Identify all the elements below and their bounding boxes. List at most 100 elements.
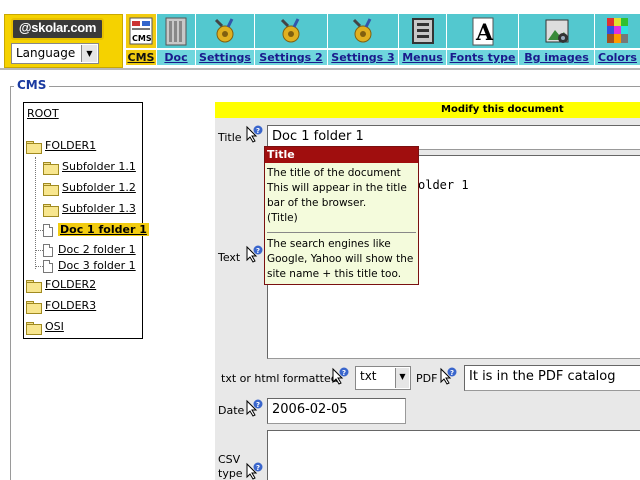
help-tooltip: Title The title of the document This wil…	[264, 146, 419, 285]
menu-item-colors[interactable]: Colors	[595, 14, 640, 66]
settings-3-icon	[328, 14, 398, 48]
tooltip-line: bar of the browser.	[267, 197, 367, 209]
folder-icon	[26, 140, 42, 154]
tree-root-label: ROOT	[27, 107, 59, 120]
tooltip-line: The search engines like	[267, 238, 391, 250]
csv-type-textarea[interactable]	[267, 430, 640, 480]
menu-label: CMS	[126, 50, 156, 65]
menu-label: Bg images	[519, 50, 594, 65]
tree-item-doc-2-folder-1[interactable]: Doc 2 folder 1	[43, 242, 136, 258]
cms-icon: CMS	[126, 14, 156, 48]
tree-item-subfolder-1-2[interactable]: Subfolder 1.2	[43, 180, 136, 196]
tree-item-label: OSI	[45, 320, 64, 333]
help-icon[interactable]: ?	[439, 367, 457, 385]
svg-text:?: ?	[256, 464, 260, 472]
menu-label: Settings 3	[328, 50, 398, 65]
pdf-label: PDF	[416, 372, 438, 385]
menu-item-doc[interactable]: Doc	[157, 14, 195, 66]
text-label: Text	[218, 251, 241, 264]
help-icon[interactable]: ?	[245, 399, 263, 417]
menu-item-bg-images[interactable]: Bg images	[519, 14, 594, 66]
format-select-value: txt	[360, 369, 377, 383]
tree-item-folder3[interactable]: FOLDER3	[26, 298, 96, 314]
doc-icon	[157, 14, 195, 48]
menu-label: Colors	[595, 50, 640, 65]
tooltip-line: (Title)	[267, 212, 298, 224]
title-label: Title	[218, 131, 242, 144]
tree-item-label: Subfolder 1.1	[62, 160, 136, 173]
tree-item-osi[interactable]: OSI	[26, 319, 64, 335]
tree-item-label: Doc 1 folder 1	[58, 223, 149, 236]
logo-area: @skolar.com Language ▼	[4, 14, 123, 68]
svg-text:?: ?	[256, 247, 260, 255]
svg-text:A: A	[475, 20, 494, 46]
section-title: CMS	[14, 78, 50, 92]
chevron-down-icon: ▼	[81, 45, 97, 62]
header-divider	[0, 68, 640, 70]
menu-label: Menus	[399, 50, 446, 65]
tooltip-line: This will appear in the title	[267, 182, 407, 194]
language-select-value: Language	[16, 46, 76, 60]
tree-item-folder2[interactable]: FOLDER2	[26, 277, 96, 293]
help-icon[interactable]: ?	[245, 245, 263, 263]
site-logo[interactable]: @skolar.com	[11, 18, 104, 40]
menu-label: Settings 2	[255, 50, 327, 65]
svg-text:?: ?	[342, 369, 346, 377]
pdf-input[interactable]: It is in the PDF catalog	[464, 365, 640, 391]
folder-icon	[43, 182, 59, 196]
chevron-down-icon: ▼	[395, 368, 409, 388]
document-icon	[43, 223, 53, 237]
format-select[interactable]: txt ▼	[355, 366, 411, 390]
cms-page: @skolar.com Language ▼ CMS CMS Doc Setti…	[0, 0, 640, 480]
menu-item-settings-3[interactable]: Settings 3	[328, 14, 398, 66]
help-icon[interactable]: ?	[331, 367, 349, 385]
csv-label-line2: type	[218, 467, 243, 480]
language-select[interactable]: Language ▼	[11, 43, 99, 64]
folder-icon	[26, 279, 42, 293]
tree-root[interactable]: ROOT	[27, 106, 59, 122]
help-icon[interactable]: ?	[245, 462, 263, 480]
folder-icon	[26, 300, 42, 314]
menus-icon	[399, 14, 446, 48]
folder-icon	[43, 203, 59, 217]
tree-connector	[35, 230, 43, 231]
format-label: txt or html formatted	[221, 372, 338, 385]
tooltip-line: Google, Yahoo will show the	[267, 253, 414, 265]
menu-item-menus[interactable]: Menus	[399, 14, 446, 66]
help-icon[interactable]: ?	[245, 125, 263, 143]
tree-item-doc-1-folder-1[interactable]: Doc 1 folder 1	[43, 222, 149, 238]
tooltip-line: The title of the document	[267, 167, 401, 179]
tree-connector	[35, 266, 43, 267]
tree-connector	[35, 250, 43, 251]
tree-connector	[35, 157, 36, 269]
fonts-type-icon: A	[447, 14, 518, 48]
svg-text:?: ?	[256, 127, 260, 135]
tree-item-label: FOLDER3	[45, 299, 97, 312]
tree-item-subfolder-1-1[interactable]: Subfolder 1.1	[43, 159, 136, 175]
folder-icon	[26, 321, 42, 335]
tree-item-subfolder-1-3[interactable]: Subfolder 1.3	[43, 201, 136, 217]
menu-label: Doc	[157, 50, 195, 65]
menu-label: Fonts type	[447, 50, 518, 65]
tooltip-line: site name + this title too.	[267, 268, 402, 280]
tooltip-divider	[267, 232, 416, 233]
date-input[interactable]: 2006-02-05	[267, 398, 406, 424]
folder-tree: ROOT FOLDER1 Subfolder 1.1 Subfolder 1.2…	[23, 102, 149, 339]
tree-item-doc-3-folder-1[interactable]: Doc 3 folder 1	[43, 258, 136, 274]
bg-images-icon	[519, 14, 594, 48]
date-label: Date	[218, 404, 245, 417]
colors-icon	[595, 14, 640, 48]
tree-item-label: FOLDER2	[45, 278, 97, 291]
menu-item-settings[interactable]: Settings	[196, 14, 254, 66]
svg-text:?: ?	[450, 369, 454, 377]
menu-item-cms[interactable]: CMS CMS	[126, 14, 156, 66]
settings-icon	[196, 14, 254, 48]
tree-item-label: FOLDER1	[45, 139, 97, 152]
tree-item-label: Subfolder 1.3	[62, 202, 136, 215]
tree-item-label: Subfolder 1.2	[62, 181, 136, 194]
menu-item-fonts-type[interactable]: A Fonts type	[447, 14, 518, 66]
menu-item-settings-2[interactable]: Settings 2	[255, 14, 327, 66]
tooltip-body: The title of the document This will appe…	[265, 163, 418, 282]
tree-item-label: Doc 2 folder 1	[58, 243, 136, 256]
tree-item-folder1[interactable]: FOLDER1	[26, 138, 96, 154]
